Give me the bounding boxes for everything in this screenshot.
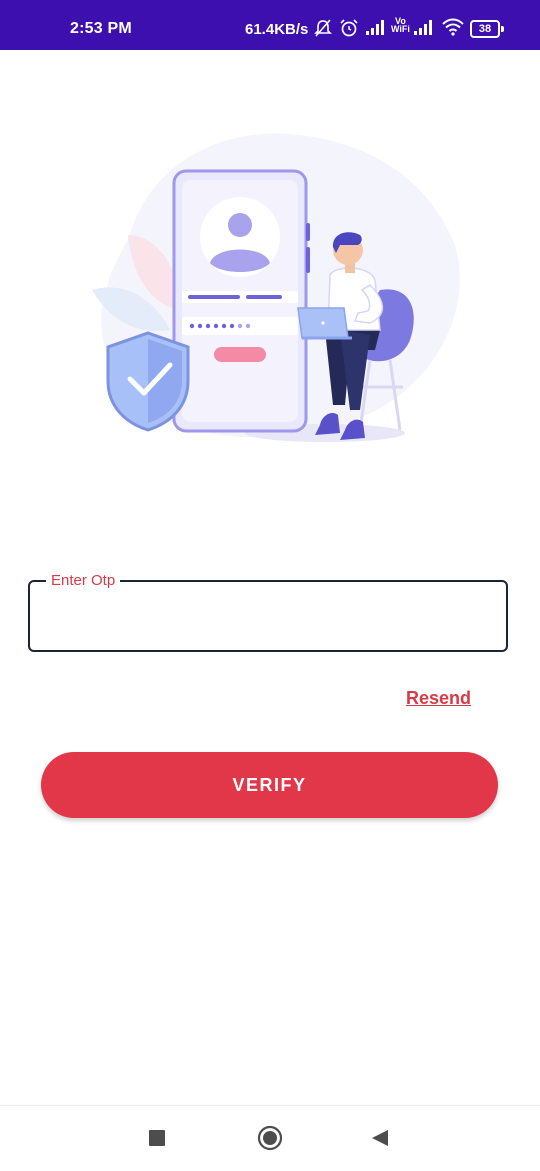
- home-circle-icon[interactable]: [257, 1125, 283, 1151]
- login-button-illustration: [214, 347, 266, 362]
- back-triangle-icon[interactable]: [371, 1129, 389, 1147]
- vowifi-bottom: WiFi: [391, 24, 410, 34]
- wifi-icon: [442, 18, 464, 36]
- otp-input[interactable]: [50, 602, 484, 632]
- phone-login-illustration: [92, 133, 460, 442]
- resend-link[interactable]: Resend: [406, 688, 471, 709]
- status-bar: 2:53 PM 61.4KB/s Vo WiFi 38: [0, 0, 540, 50]
- signal-icon: [414, 20, 432, 35]
- otp-field[interactable]: Enter Otp: [28, 572, 508, 652]
- network-speed: 61.4KB/s: [245, 21, 309, 38]
- otp-label: Enter Otp: [46, 572, 121, 589]
- status-time: 2:53 PM: [70, 20, 132, 37]
- battery-icon: 38: [470, 20, 504, 38]
- vowifi-icon: Vo WiFi: [391, 17, 410, 34]
- verify-button[interactable]: VERIFY: [41, 752, 498, 818]
- alarm-icon: [340, 19, 358, 37]
- mute-icon: [314, 19, 332, 37]
- recents-square-icon[interactable]: [148, 1129, 166, 1147]
- navigation-bar: [0, 1105, 540, 1171]
- signal-icon: [366, 20, 384, 35]
